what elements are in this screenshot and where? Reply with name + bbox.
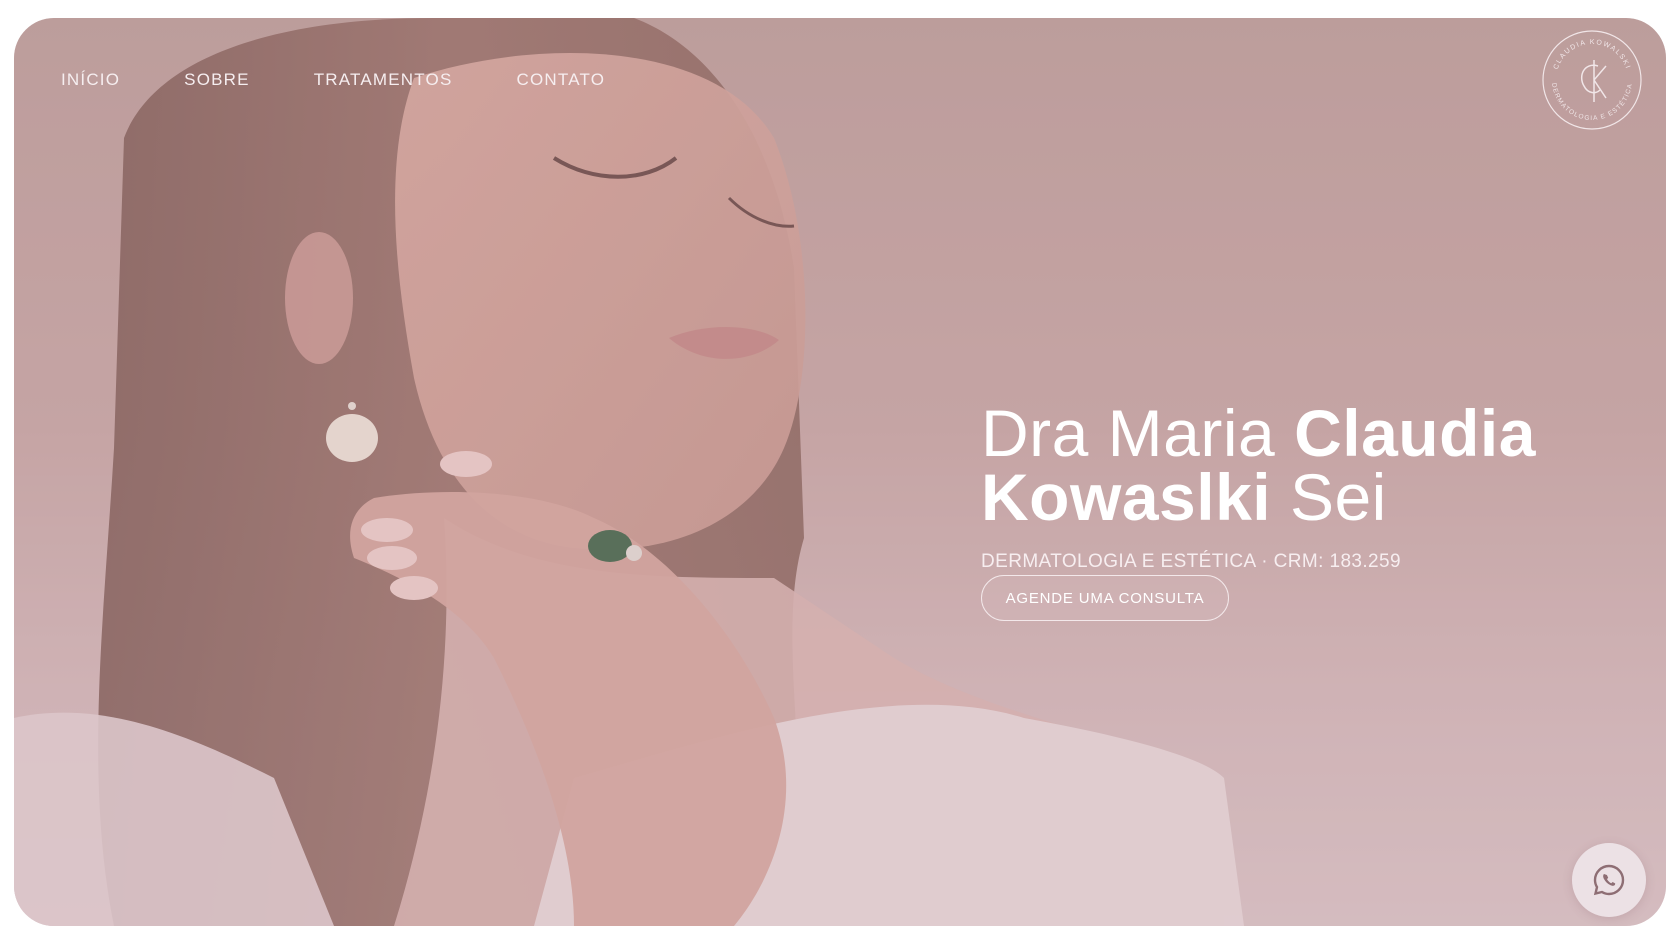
whatsapp-icon [1593, 864, 1625, 896]
nav-item-contato[interactable]: CONTATO [517, 70, 606, 90]
hero-section: INÍCIO SOBRE TRATAMENTOS CONTATO CLAUDIA… [14, 18, 1666, 926]
nav-item-tratamentos[interactable]: TRATAMENTOS [314, 70, 453, 90]
title-line1-light: Dra Maria [981, 396, 1295, 470]
schedule-appointment-button[interactable]: AGENDE UMA CONSULTA [981, 575, 1229, 621]
nav-item-inicio[interactable]: INÍCIO [61, 70, 120, 90]
hero-title: Dra Maria Claudia Kowaslki Sei [981, 400, 1536, 530]
title-line1-bold: Claudia [1294, 396, 1536, 470]
svg-text:DERMATOLOGIA E ESTÉTICA: DERMATOLOGIA E ESTÉTICA [1550, 82, 1634, 122]
title-line2-light: Sei [1271, 460, 1387, 534]
logo-ring-bottom: DERMATOLOGIA E ESTÉTICA [1550, 82, 1633, 122]
whatsapp-button[interactable] [1572, 843, 1646, 917]
nav-item-sobre[interactable]: SOBRE [184, 70, 250, 90]
brand-logo[interactable]: CLAUDIA KOWALSKI DERMATOLOGIA E ESTÉTICA [1540, 28, 1644, 132]
title-line2-bold: Kowaslki [981, 460, 1272, 534]
hero-subtitle: DERMATOLOGIA E ESTÉTICA · CRM: 183.259 [981, 551, 1401, 572]
main-nav: INÍCIO SOBRE TRATAMENTOS CONTATO [61, 70, 669, 90]
